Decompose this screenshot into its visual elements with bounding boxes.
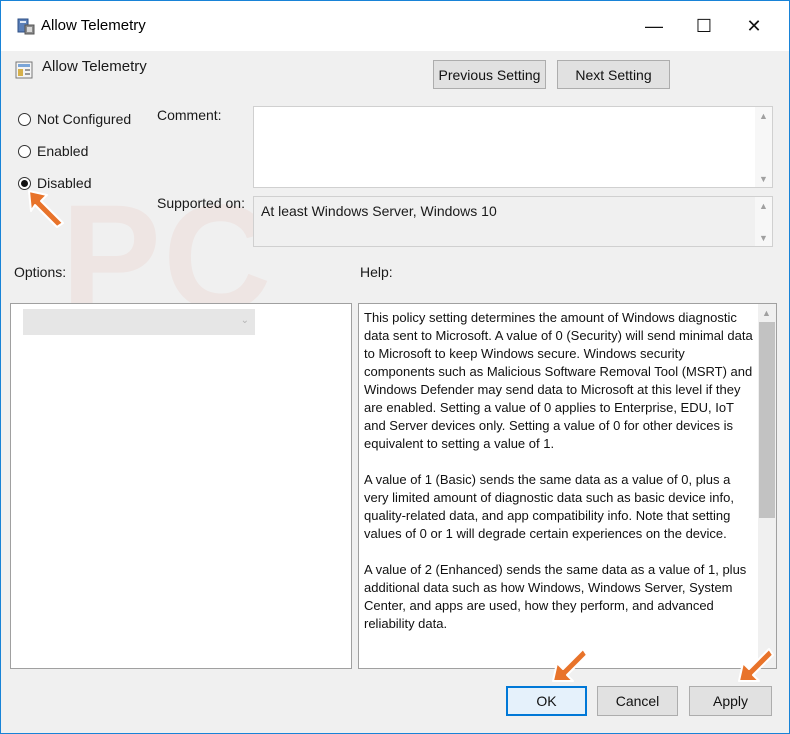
comment-label: Comment:	[157, 107, 222, 123]
help-text: This policy setting determines the amoun…	[364, 310, 753, 631]
close-icon: ✕	[746, 15, 762, 36]
policy-setting-icon	[15, 61, 33, 79]
scroll-up-icon[interactable]: ▲	[755, 107, 772, 124]
help-pane: This policy setting determines the amoun…	[358, 303, 777, 669]
apply-button[interactable]: Apply	[689, 686, 772, 716]
options-pane: ⌄	[10, 303, 352, 669]
cancel-button[interactable]: Cancel	[597, 686, 678, 716]
minimize-icon: —	[645, 15, 663, 36]
scrollbar-thumb[interactable]	[759, 322, 775, 518]
group-policy-dialog: Allow Telemetry — ☐ ✕ PC Allow Telemetry…	[0, 0, 790, 734]
help-scrollbar[interactable]: ▲ ▼	[758, 304, 776, 668]
supported-on-field: At least Windows Server, Windows 10 ▲ ▼	[253, 196, 773, 247]
orange-pointer-arrow-icon	[552, 648, 588, 682]
scroll-down-icon[interactable]: ▼	[755, 229, 772, 246]
chevron-down-icon: ⌄	[240, 315, 249, 326]
orange-pointer-arrow-icon	[28, 190, 64, 228]
options-label: Options:	[14, 264, 67, 280]
title-bar: Allow Telemetry — ☐ ✕	[1, 1, 789, 51]
minimize-button[interactable]: —	[631, 1, 677, 51]
next-setting-button[interactable]: Next Setting	[557, 60, 670, 89]
radio-not-configured[interactable]: Not Configured	[18, 111, 131, 127]
close-button[interactable]: ✕	[731, 1, 777, 51]
radio-label: Not Configured	[37, 111, 132, 127]
previous-setting-button[interactable]: Previous Setting	[433, 60, 546, 89]
scroll-up-icon[interactable]: ▲	[755, 197, 772, 214]
radio-button-selected[interactable]	[18, 176, 31, 190]
policy-app-icon	[17, 18, 35, 35]
radio-enabled[interactable]: Enabled	[18, 143, 88, 159]
radio-button[interactable]	[18, 112, 31, 126]
help-label: Help:	[360, 264, 393, 280]
supported-on-value: At least Windows Server, Windows 10	[261, 203, 497, 219]
comment-input[interactable]: ▲ ▼	[253, 106, 773, 188]
policy-name: Allow Telemetry	[42, 58, 147, 75]
ok-button[interactable]: OK	[506, 686, 587, 716]
radio-label: Enabled	[37, 143, 89, 159]
comment-scrollbar[interactable]: ▲ ▼	[755, 107, 772, 187]
maximize-button[interactable]: ☐	[681, 1, 727, 51]
telemetry-level-dropdown[interactable]: ⌄	[23, 309, 255, 335]
orange-pointer-arrow-icon	[738, 648, 774, 682]
radio-button[interactable]	[18, 144, 31, 158]
maximize-icon: ☐	[695, 15, 713, 36]
scroll-down-icon[interactable]: ▼	[755, 170, 772, 187]
scroll-up-icon[interactable]: ▲	[758, 304, 775, 321]
supported-on-label: Supported on:	[157, 195, 245, 211]
supported-scrollbar[interactable]: ▲ ▼	[755, 197, 772, 246]
window-title: Allow Telemetry	[41, 17, 146, 34]
